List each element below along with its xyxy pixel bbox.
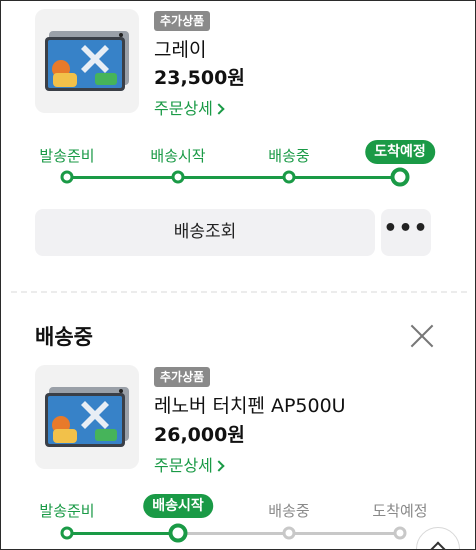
- product-name: 그레이: [154, 39, 207, 61]
- progress-track: [67, 176, 400, 179]
- order-detail-label: 주문상세: [154, 99, 213, 118]
- progress-track-done: [67, 532, 178, 535]
- extra-item-badge: 추가상품: [154, 11, 211, 31]
- chevron-right-icon: [213, 460, 225, 472]
- scroll-to-top-button[interactable]: [416, 527, 460, 549]
- extra-item-badge: 추가상품: [154, 367, 211, 387]
- step-dot: [60, 526, 74, 540]
- chevron-right-icon: [213, 103, 225, 115]
- step-dot-current: [390, 167, 410, 187]
- product-price: 23,500원: [154, 67, 245, 89]
- delivery-status-title: 배송중: [35, 325, 93, 349]
- step-dot: [60, 170, 74, 184]
- step-label-prepare: 발송준비: [39, 147, 95, 165]
- step-dot-current: [168, 523, 188, 543]
- product-name: 레노버 터치펜 AP500U: [154, 395, 346, 417]
- more-options-button[interactable]: •••: [381, 209, 431, 256]
- chevron-up-icon: [429, 541, 447, 549]
- section-divider: [11, 291, 467, 293]
- product-thumbnail[interactable]: [35, 365, 139, 469]
- step-label-in-transit: 배송중: [268, 502, 310, 520]
- step-dot: [393, 526, 407, 540]
- close-icon[interactable]: [409, 323, 435, 349]
- current-step-pill: 배송시작: [143, 494, 213, 518]
- step-label-prepare: 발송준비: [39, 502, 95, 520]
- product-thumbnail[interactable]: [35, 9, 139, 113]
- order-detail-link[interactable]: 주문상세: [154, 95, 225, 119]
- current-step-pill: 도착예정: [365, 140, 435, 164]
- step-dot: [171, 170, 185, 184]
- order-detail-link[interactable]: 주문상세: [154, 452, 225, 476]
- step-label-shipped: 배송시작: [150, 147, 206, 165]
- product-price: 26,000원: [154, 424, 245, 446]
- step-label-arrival: 도착예정: [372, 502, 428, 520]
- order-list: 추가상품 그레이 23,500원 주문상세 발송준비 배송시작 배송중 도착예정…: [0, 0, 476, 550]
- step-dot: [282, 170, 296, 184]
- step-dot: [282, 526, 296, 540]
- step-label-in-transit: 배송중: [268, 147, 310, 165]
- order-detail-label: 주문상세: [154, 456, 213, 475]
- track-delivery-button[interactable]: 배송조회: [35, 209, 375, 256]
